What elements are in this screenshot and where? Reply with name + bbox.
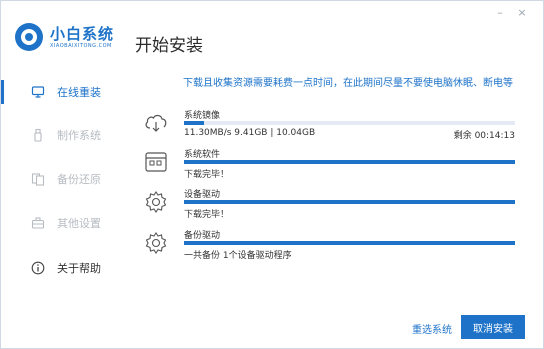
sidebar-item-other-settings[interactable]: 其他设置 <box>1 211 131 235</box>
usb-icon <box>34 128 42 142</box>
sidebar-item-make-system[interactable]: 制作系统 <box>1 123 131 147</box>
task-status: 下载完毕！ <box>184 170 230 180</box>
page-title: 开始安装 <box>135 36 203 56</box>
sidebar-item-online-reinstall[interactable]: 在线重装 <box>1 80 131 104</box>
sidebar-item-label: 关于帮助 <box>57 262 101 275</box>
sidebar: 在线重装 制作系统 备份还原 其他设置 关于帮助 <box>1 71 131 291</box>
progress-track <box>184 241 515 245</box>
sidebar-item-label: 制作系统 <box>57 129 101 142</box>
task-name: 系统镜像 <box>184 111 221 121</box>
task-name: 系统软件 <box>184 150 221 160</box>
progress-fill <box>184 160 515 164</box>
progress-track <box>184 121 515 125</box>
cloud-download-icon <box>145 114 167 132</box>
cancel-install-button[interactable]: 取消安装 <box>461 315 525 339</box>
task-status: 下载完毕！ <box>184 210 230 220</box>
gear-icon <box>145 232 167 254</box>
progress-fill <box>184 121 204 125</box>
monitor-icon <box>31 86 45 98</box>
gear-icon <box>145 191 167 213</box>
reselect-system-link[interactable]: 重选系统 <box>412 321 452 336</box>
backup-icon <box>31 173 45 186</box>
task-remaining: 剩余 00:14:13 <box>453 131 515 141</box>
task-status: 11.30MB/s 9.41GB | 10.04GB <box>184 128 316 138</box>
logo-title: 小白系统 <box>50 25 115 43</box>
task-name: 设备驱动 <box>184 190 221 200</box>
info-icon <box>31 261 45 275</box>
minimize-button[interactable]: – <box>493 7 507 19</box>
progress-fill <box>184 241 515 245</box>
download-notice: 下载且收集资源需要耗费一点时间，在此期间尽量不要使电脑休眠、断电等 <box>183 78 513 89</box>
active-indicator <box>1 80 4 104</box>
task-status: 一共备份 1个设备驱动程序 <box>184 251 292 261</box>
sidebar-item-label: 备份还原 <box>57 173 101 186</box>
logo-subtitle: XIAOBAIXITONG.COM <box>50 43 112 49</box>
toolbox-icon <box>31 217 45 229</box>
logo-icon <box>15 23 43 51</box>
sidebar-item-label: 其他设置 <box>57 217 101 230</box>
sidebar-item-about-help[interactable]: 关于帮助 <box>1 256 131 280</box>
progress-track <box>184 160 515 164</box>
task-system-software: 系统软件 下载完毕！ <box>143 147 515 183</box>
progress-track <box>184 200 515 204</box>
task-backup-drivers: 备份驱动 一共备份 1个设备驱动程序 <box>143 228 515 264</box>
task-name: 备份驱动 <box>184 231 221 241</box>
apps-icon <box>145 152 167 172</box>
installer-window: – × 小白系统 XIAOBAIXITONG.COM 开始安装 在线重装 制作系… <box>0 0 544 349</box>
task-device-drivers: 设备驱动 下载完毕！ <box>143 187 515 223</box>
progress-fill <box>184 200 515 204</box>
task-system-image: 系统镜像 11.30MB/s 9.41GB | 10.04GB 剩余 00:14… <box>143 108 515 144</box>
close-button[interactable]: × <box>515 7 529 19</box>
sidebar-item-label: 在线重装 <box>57 86 101 99</box>
sidebar-item-backup-restore[interactable]: 备份还原 <box>1 167 131 191</box>
